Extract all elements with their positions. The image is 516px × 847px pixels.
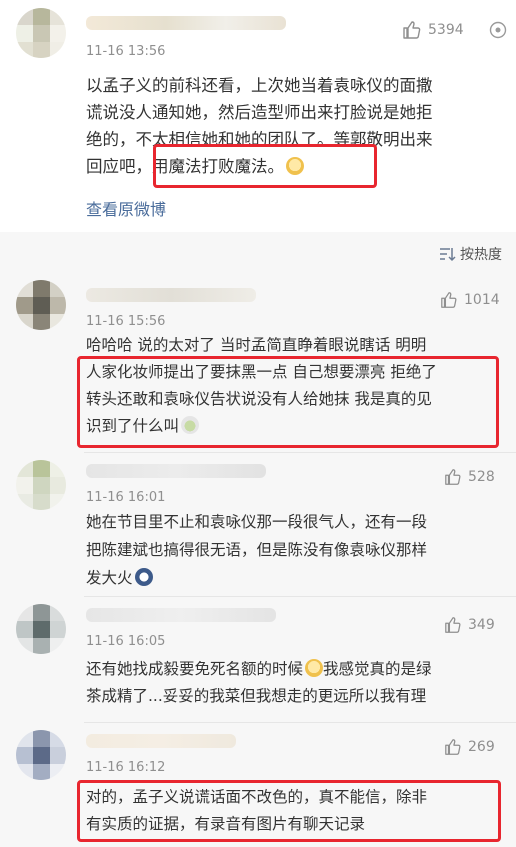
username-blurred[interactable] — [86, 288, 256, 302]
highlight-box — [153, 144, 377, 188]
weibo-comment: 11-16 13:56 5394 以孟子义的前科还看，上次她当着袁咏仪的面撒 谎… — [0, 0, 516, 232]
comment-line: 还有她找成毅要免死名额的时候 我感觉真的是绿 — [86, 656, 506, 683]
comment-line-text: 我感觉真的是绿 — [323, 660, 432, 678]
avatar[interactable] — [16, 8, 66, 58]
thumbs-up-icon — [445, 617, 461, 633]
comment-line: 谎说没人通知她，然后造型师出来打脸说是她拒 — [86, 103, 433, 122]
like-button[interactable]: 269 — [444, 738, 495, 756]
share-button[interactable] — [488, 20, 508, 44]
like-count: 528 — [468, 469, 495, 485]
highlight-box — [77, 356, 499, 448]
like-button[interactable]: 528 — [444, 468, 495, 486]
thumbs-up-icon — [445, 469, 461, 485]
thumbs-up-icon — [445, 739, 461, 755]
shocked-emoji-icon — [134, 568, 153, 586]
comment-line: 发大火 — [86, 564, 506, 592]
comment-time: 11-16 13:56 — [86, 44, 166, 59]
comment-time: 11-16 16:01 — [86, 490, 166, 505]
username-blurred[interactable] — [86, 608, 276, 622]
divider — [84, 452, 516, 453]
avatar[interactable] — [16, 460, 66, 510]
comment-line: 哈哈哈 说的太对了 当时孟简直睁着眼说瞎话 明明 — [86, 336, 427, 354]
comment-line-text: 回应吧， — [86, 157, 152, 176]
thumbs-up-icon — [403, 21, 421, 39]
comment-text: 还有她找成毅要免死名额的时候 我感觉真的是绿 茶成精了...妥妥的我菜但我想走的更… — [86, 656, 506, 710]
like-count: 269 — [468, 739, 495, 755]
sort-label: 按热度 — [460, 247, 502, 263]
thumbs-up-icon — [441, 292, 457, 308]
share-icon — [489, 21, 507, 39]
sort-by-hot-button[interactable]: 按热度 — [438, 244, 502, 264]
like-button[interactable]: 349 — [444, 616, 495, 634]
avatar[interactable] — [16, 730, 66, 780]
sort-bar: 按热度 — [0, 232, 516, 274]
avatar[interactable] — [16, 604, 66, 654]
like-button[interactable]: 1014 — [440, 291, 500, 309]
divider — [84, 596, 516, 597]
like-count: 1014 — [464, 292, 500, 308]
comment-line-text: 还有她找成毅要免死名额的时候 — [86, 660, 304, 678]
comment-time: 11-16 16:05 — [86, 634, 166, 649]
comment-line: 茶成精了...妥妥的我菜但我想走的更远所以我有理 — [86, 687, 427, 705]
username-blurred[interactable] — [86, 16, 286, 30]
comment-line: 把陈建斌也搞得很无语，但是陈没有像袁咏仪那样 — [86, 541, 428, 559]
comment-line: 以孟子义的前科还看，上次她当着袁咏仪的面撒 — [86, 76, 433, 95]
divider — [84, 722, 516, 723]
comment-list: 11-16 15:56 1014 哈哈哈 说的太对了 当时孟简直睁着眼说瞎话 明… — [0, 274, 516, 847]
username-blurred[interactable] — [86, 464, 266, 478]
username-blurred[interactable] — [86, 734, 236, 748]
comment-line-text: 发大火 — [86, 569, 133, 587]
comment-time: 11-16 15:56 — [86, 314, 166, 329]
comment-time: 11-16 16:12 — [86, 760, 166, 775]
view-original-link[interactable]: 查看原微博 — [86, 196, 166, 220]
doge-emoji-icon — [305, 659, 324, 677]
like-count: 5394 — [428, 22, 464, 38]
sort-icon — [440, 248, 456, 262]
comment-text: 她在节目里不止和袁咏仪那一段很气人，还有一段 把陈建斌也搞得很无语，但是陈没有像… — [86, 508, 506, 592]
like-button[interactable]: 5394 — [402, 20, 464, 40]
highlight-box — [77, 780, 501, 842]
avatar[interactable] — [16, 280, 66, 330]
comment-line: 她在节目里不止和袁咏仪那一段很气人，还有一段 — [86, 513, 428, 531]
like-count: 349 — [468, 617, 495, 633]
